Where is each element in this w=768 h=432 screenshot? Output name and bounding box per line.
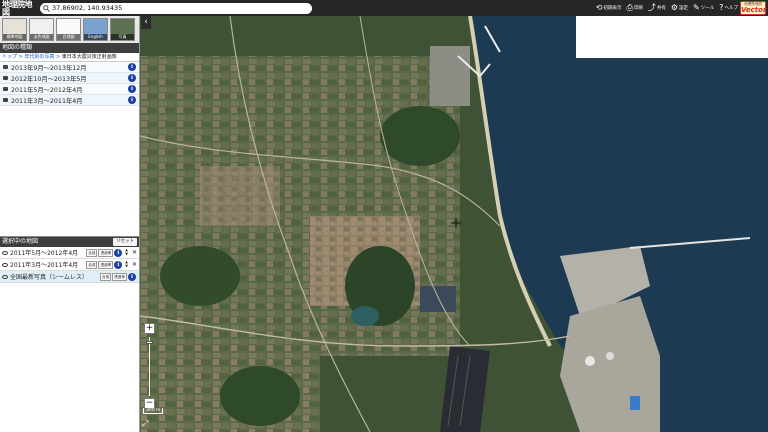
zoom-in-button[interactable]: + bbox=[144, 323, 155, 334]
scale-bar: 300 m bbox=[143, 408, 164, 414]
reset-view-button[interactable]: ⟲ 初期表示 bbox=[596, 4, 622, 12]
app-logo[interactable]: 地理院地図 (電子国土Web) bbox=[2, 0, 38, 21]
camera-icon bbox=[3, 87, 8, 91]
list-item[interactable]: 2011年5月～2012年4月 i bbox=[0, 84, 139, 95]
basemap-blank[interactable]: 白地図 bbox=[56, 18, 81, 41]
basemap-standard[interactable]: 標準地図 bbox=[2, 18, 27, 41]
share-label: 共有 bbox=[656, 6, 666, 11]
logo-title: 地理院地図 bbox=[2, 0, 33, 17]
basemap-label: 写真 bbox=[111, 34, 134, 40]
help-label: ヘルプ bbox=[724, 6, 739, 11]
selected-layer-row[interactable]: 全国最新写真（シームレス） 合成 透過率 i bbox=[0, 271, 139, 283]
reset-icon: ⟲ bbox=[595, 3, 603, 12]
camera-icon bbox=[3, 65, 8, 69]
collapse-panel-button[interactable]: ‹ bbox=[141, 16, 151, 29]
help-icon: ? bbox=[719, 3, 724, 12]
zoom-slider-track[interactable] bbox=[149, 337, 150, 396]
tools-button[interactable]: ✎ ツール bbox=[693, 4, 714, 12]
selected-layer-name: 2011年3月～2011年4月 bbox=[10, 262, 79, 269]
vector-badge[interactable]: 地理院地図 Vector bbox=[740, 1, 766, 15]
info-icon[interactable]: i bbox=[128, 85, 136, 93]
opacity-button[interactable]: 透過率 bbox=[98, 248, 114, 257]
selected-maps-title: 選択中の地図 bbox=[2, 238, 39, 245]
close-icon[interactable]: ✕ bbox=[132, 261, 137, 268]
print-label: 印刷 bbox=[633, 6, 643, 11]
toolbar: ⟲ 初期表示 ⎙ 印刷 ⤴ 共有 ⚙ 設定 ✎ ツール ? ヘルプ bbox=[596, 0, 738, 16]
reset-view-label: 初期表示 bbox=[603, 6, 622, 11]
breadcrumb-current: 東日本大震災後正射画像 bbox=[61, 54, 117, 60]
zoom-slider-handle[interactable] bbox=[146, 341, 153, 344]
selected-layer-name: 2011年5月～2012年4月 bbox=[10, 250, 79, 257]
settings-label: 設定 bbox=[679, 6, 689, 11]
reorder-arrows[interactable]: ▲ ▼ bbox=[125, 248, 128, 257]
search-input[interactable]: 37.86902, 140.93435 bbox=[40, 3, 312, 14]
basemap-label: 淡色地図 bbox=[30, 34, 53, 40]
close-icon[interactable]: ✕ bbox=[132, 249, 137, 256]
vector-badge-label: Vector bbox=[741, 5, 767, 14]
selected-maps: 選択中の地図 リセット 2011年5月～2012年4月 合成 透過率 i ▲ ▼ … bbox=[0, 236, 139, 432]
blend-button[interactable]: 合成 bbox=[86, 248, 98, 257]
basemap-label: English bbox=[84, 34, 107, 40]
reorder-arrows[interactable]: ▲ ▼ bbox=[125, 260, 128, 269]
list-item[interactable]: 2011年3月～2011年4月 i bbox=[0, 95, 139, 106]
wrench-icon: ✎ bbox=[693, 3, 700, 12]
down-arrow-icon[interactable]: ▼ bbox=[125, 264, 128, 269]
basemap-pale[interactable]: 淡色地図 bbox=[29, 18, 54, 41]
left-panel: 標準地図 淡色地図 白地図 English 写真 地図の種類 トップ > 年代別… bbox=[0, 16, 140, 432]
info-icon[interactable]: i bbox=[128, 272, 136, 281]
eye-icon[interactable] bbox=[2, 274, 8, 279]
search-icon bbox=[43, 5, 50, 12]
basemap-english[interactable]: English bbox=[83, 18, 108, 41]
list-item-label: 2013年9月～2013年12月 bbox=[11, 64, 87, 72]
selected-layer-row[interactable]: 2011年3月～2011年4月 合成 透過率 i ▲ ▼ ✕ bbox=[0, 259, 139, 271]
gear-icon: ⚙ bbox=[670, 3, 679, 12]
list-item-label: 2012年10月～2013年5月 bbox=[11, 75, 87, 83]
breadcrumb-era-photos[interactable]: 年代別の写真 bbox=[24, 54, 54, 60]
reset-button[interactable]: リセット bbox=[113, 238, 137, 246]
opacity-button[interactable]: 透過率 bbox=[98, 260, 114, 269]
list-item[interactable]: 2012年10月～2013年5月 i bbox=[0, 73, 139, 84]
print-button[interactable]: ⎙ 印刷 bbox=[626, 4, 642, 12]
map-overlay-box bbox=[576, 16, 768, 58]
down-arrow-icon[interactable]: ▼ bbox=[125, 252, 128, 257]
breadcrumb: トップ > 年代別の写真 > 東日本大震災後正射画像 bbox=[0, 53, 139, 62]
tools-label: ツール bbox=[700, 6, 715, 11]
camera-icon bbox=[3, 76, 8, 80]
crosshair-icon bbox=[451, 218, 461, 228]
map-type-list: 2013年9月～2013年12月 i 2012年10月～2013年5月 i 20… bbox=[0, 62, 139, 106]
selected-layer-row[interactable]: 2011年5月～2012年4月 合成 透過率 i ▲ ▼ ✕ bbox=[0, 247, 139, 259]
eye-icon[interactable] bbox=[2, 250, 8, 255]
top-bar: 地理院地図 (電子国土Web) 37.86902, 140.93435 ⟲ 初期… bbox=[0, 0, 768, 21]
list-item-label: 2011年3月～2011年4月 bbox=[11, 97, 83, 105]
map-types-title: 地図の種類 bbox=[0, 43, 139, 53]
basemap-photo[interactable]: 写真 bbox=[110, 18, 135, 41]
print-icon: ⎙ bbox=[626, 3, 633, 12]
expand-icon[interactable]: ⤢ bbox=[142, 419, 152, 429]
info-icon[interactable]: i bbox=[114, 248, 123, 257]
opacity-button[interactable]: 透過率 bbox=[112, 272, 127, 281]
help-button[interactable]: ? ヘルプ bbox=[719, 4, 738, 12]
info-icon[interactable]: i bbox=[128, 74, 136, 82]
list-item[interactable]: 2013年9月～2013年12月 i bbox=[0, 62, 139, 73]
info-icon[interactable]: i bbox=[128, 63, 136, 71]
info-icon[interactable]: i bbox=[128, 96, 136, 104]
blend-button[interactable]: 合成 bbox=[100, 272, 112, 281]
info-icon[interactable]: i bbox=[114, 260, 123, 269]
selected-maps-header: 選択中の地図 リセット bbox=[0, 237, 139, 247]
blend-button[interactable]: 合成 bbox=[86, 260, 98, 269]
settings-button[interactable]: ⚙ 設定 bbox=[671, 4, 688, 12]
breadcrumb-top[interactable]: トップ bbox=[2, 54, 17, 60]
camera-icon bbox=[3, 98, 8, 102]
zoom-control: + − bbox=[144, 323, 155, 413]
basemap-label: 標準地図 bbox=[3, 34, 26, 40]
basemap-selector: 標準地図 淡色地図 白地図 English 写真 bbox=[0, 16, 139, 43]
basemap-label: 白地図 bbox=[57, 34, 80, 40]
list-item-label: 2011年5月～2012年4月 bbox=[11, 86, 83, 94]
selected-layer-name: 全国最新写真（シームレス） bbox=[10, 274, 88, 281]
search-value: 37.86902, 140.93435 bbox=[52, 4, 123, 12]
share-icon: ⤴ bbox=[647, 3, 656, 12]
share-button[interactable]: ⤴ 共有 bbox=[648, 4, 666, 12]
eye-icon[interactable] bbox=[2, 262, 8, 267]
